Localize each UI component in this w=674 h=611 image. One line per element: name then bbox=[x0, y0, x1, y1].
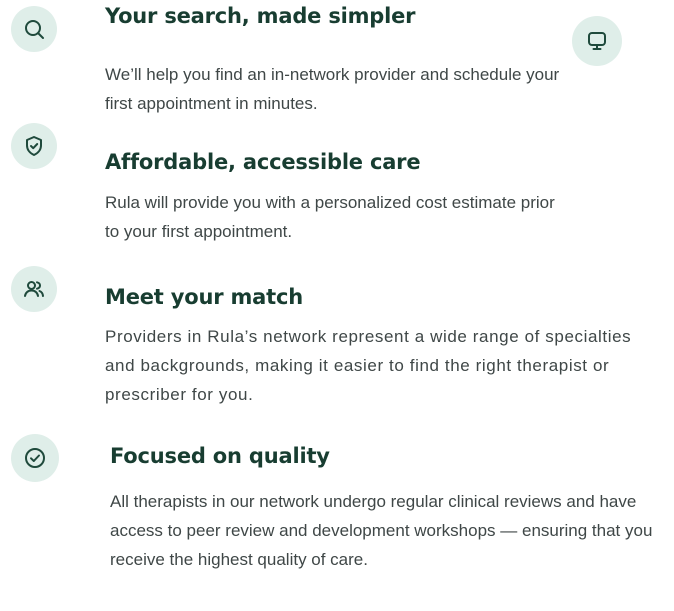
check-circle-icon-badge bbox=[11, 434, 59, 482]
monitor-icon bbox=[588, 32, 606, 50]
feature-title-match: Meet your match bbox=[105, 285, 303, 309]
monitor-icon-badge bbox=[572, 16, 622, 66]
feature-title-search: Your search, made simpler bbox=[105, 4, 416, 28]
shield-check-icon-badge bbox=[11, 123, 57, 169]
search-icon-badge bbox=[11, 6, 57, 52]
feature-title-affordable: Affordable, accessible care bbox=[105, 150, 421, 174]
feature-body-match: Providers in Rula’s network represent a … bbox=[105, 327, 632, 404]
check-circle-icon bbox=[25, 448, 45, 468]
feature-body-search: We’ll help you find an in-network provid… bbox=[105, 65, 560, 113]
users-icon bbox=[24, 281, 44, 297]
shield-check-icon bbox=[26, 136, 42, 156]
feature-body-quality: All therapists in our network undergo re… bbox=[110, 492, 653, 569]
users-icon-badge bbox=[11, 266, 57, 312]
feature-body-affordable: Rula will provide you with a personalize… bbox=[105, 193, 555, 241]
search-icon bbox=[25, 20, 44, 39]
feature-title-quality: Focused on quality bbox=[110, 444, 330, 468]
